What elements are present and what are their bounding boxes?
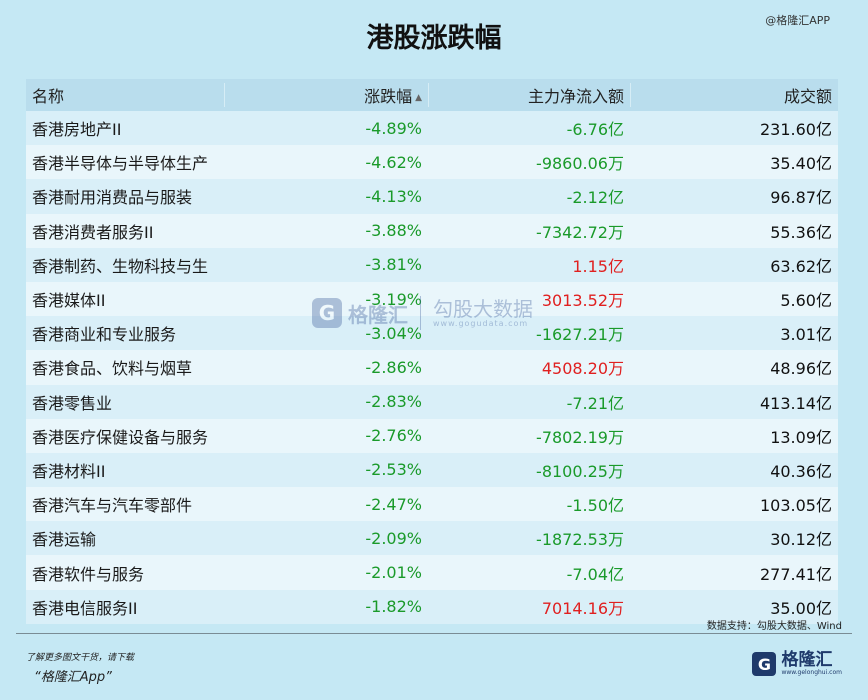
- volume-value: 5.60亿: [780, 291, 832, 311]
- watermark-url: www.gogudata.com: [433, 318, 529, 328]
- volume-value: 35.40亿: [770, 154, 832, 174]
- flow-value: 4508.20万: [541, 359, 624, 379]
- page-title: 港股涨跌幅: [366, 23, 502, 54]
- table-row[interactable]: 香港汽车与汽车零部件 -2.47% -1.50亿 103.05亿: [26, 487, 838, 522]
- volume-value: 13.09亿: [770, 427, 832, 447]
- flow-value: 1.15亿: [572, 256, 624, 276]
- table-row[interactable]: 香港软件与服务 -2.01% -7.04亿 277.41亿: [26, 555, 838, 590]
- flow-value: -7.21亿: [566, 393, 624, 413]
- sector-name: 香港制药、生物科技与生: [32, 256, 209, 276]
- flow-value: -8100.25万: [536, 461, 624, 481]
- data-source: 数据支持：勾股大数据、Wind: [706, 621, 842, 632]
- change-value: -1.82%: [365, 597, 422, 617]
- flow-value: -1.50亿: [566, 496, 624, 516]
- footer-logo-text: 格隆汇: [781, 650, 833, 670]
- table-row[interactable]: 香港食品、饮料与烟草 -2.86% 4508.20万 48.96亿: [26, 350, 838, 385]
- change-value: -2.47%: [365, 494, 422, 514]
- sector-name: 香港食品、饮料与烟草: [32, 359, 193, 379]
- brand-watermark-top: @格隆汇APP: [765, 14, 830, 27]
- header-volume: 成交额: [630, 83, 838, 107]
- table-row[interactable]: 香港零售业 -2.83% -7.21亿 413.14亿: [26, 384, 838, 419]
- watermark: G 格隆汇 勾股大数据 www.gogudata.com: [312, 296, 533, 330]
- table-row[interactable]: 香港材料II -2.53% -8100.25万 40.36亿: [26, 452, 838, 488]
- table-row[interactable]: 香港消费者服务II -3.88% -7342.72万 55.36亿: [26, 213, 838, 248]
- watermark-logo-icon: G: [312, 298, 342, 328]
- table-row[interactable]: 香港半导体与半导体生产 -4.62% -9860.06万 35.40亿: [26, 145, 838, 180]
- flow-value: -6.76亿: [566, 120, 624, 140]
- volume-value: 48.96亿: [770, 359, 832, 379]
- change-value: -2.86%: [365, 357, 422, 377]
- sector-name: 香港汽车与汽车零部件: [32, 496, 193, 516]
- watermark-gogu: 勾股大数据: [433, 296, 533, 321]
- sort-up-icon[interactable]: ▲: [415, 93, 422, 103]
- sector-name: 香港电信服务II: [32, 598, 138, 618]
- change-value: -3.81%: [365, 255, 422, 275]
- change-value: -2.01%: [365, 563, 422, 583]
- change-value: -2.09%: [365, 528, 422, 548]
- table-row[interactable]: 香港运输 -2.09% -1872.53万 30.12亿: [26, 521, 838, 556]
- volume-value: 413.14亿: [760, 393, 832, 413]
- change-value: -2.53%: [365, 460, 422, 480]
- volume-value: 231.60亿: [760, 120, 832, 140]
- volume-value: 40.36亿: [770, 461, 832, 481]
- header-name: 名称: [26, 83, 224, 107]
- header-change-label: 涨跌幅: [364, 87, 413, 106]
- volume-value: 35.00亿: [770, 598, 832, 618]
- flow-value: -2.12亿: [566, 188, 624, 208]
- watermark-divider: [420, 296, 421, 330]
- change-value: -4.62%: [365, 152, 422, 172]
- change-value: -3.88%: [365, 221, 422, 241]
- flow-value: 7014.16万: [541, 598, 624, 618]
- change-value: -2.76%: [365, 426, 422, 446]
- table-row[interactable]: 香港医疗保健设备与服务 -2.76% -7802.19万 13.09亿: [26, 418, 838, 453]
- volume-value: 277.41亿: [760, 564, 832, 584]
- flow-value: -7802.19万: [536, 427, 624, 447]
- sector-name: 香港商业和专业服务: [32, 325, 177, 345]
- flow-value: -9860.06万: [536, 154, 624, 174]
- header-flow: 主力净流入额: [428, 83, 630, 107]
- sector-name: 香港材料II: [32, 461, 106, 481]
- footer-logo-url: www.gelonghui.com: [781, 669, 842, 676]
- volume-value: 96.87亿: [770, 188, 832, 208]
- sector-name: 香港零售业: [32, 393, 113, 413]
- header-change[interactable]: 涨跌幅 ▲: [224, 83, 428, 107]
- footer-note: 了解更多图文干货，请下载: [26, 653, 135, 663]
- table-row[interactable]: 香港制药、生物科技与生 -3.81% 1.15亿 63.62亿: [26, 247, 838, 282]
- footer-app-name: “格隆汇App”: [34, 670, 112, 685]
- flow-value: -7.04亿: [566, 564, 624, 584]
- volume-value: 63.62亿: [770, 256, 832, 276]
- sector-name: 香港半导体与半导体生产: [32, 154, 209, 174]
- footer-logo: G 格隆汇 www.gelonghui.com: [752, 652, 842, 676]
- table-row[interactable]: 香港房地产II -4.89% -6.76亿 231.60亿: [26, 111, 838, 146]
- sector-name: 香港媒体II: [32, 291, 106, 311]
- flow-value: -1872.53万: [536, 530, 624, 550]
- footer-divider: [16, 633, 852, 634]
- volume-value: 55.36亿: [770, 222, 832, 242]
- sector-name: 香港运输: [32, 530, 97, 550]
- table-header-row: 名称 涨跌幅 ▲ 主力净流入额 成交额: [26, 79, 838, 111]
- change-value: -4.13%: [365, 186, 422, 206]
- sector-name: 香港耐用消费品与服装: [32, 188, 193, 208]
- sector-name: 香港软件与服务: [32, 564, 145, 584]
- sector-name: 香港房地产II: [32, 120, 122, 140]
- volume-value: 3.01亿: [780, 325, 832, 345]
- gelonghui-logo-icon: G: [752, 652, 777, 676]
- sector-table: 名称 涨跌幅 ▲ 主力净流入额 成交额 香港房地产II -4.89% -6.76亿 23…: [26, 79, 838, 624]
- volume-value: 103.05亿: [760, 496, 832, 516]
- sector-name: 香港消费者服务II: [32, 222, 154, 242]
- change-value: -4.89%: [365, 118, 422, 138]
- table-row[interactable]: 香港耐用消费品与服装 -4.13% -2.12亿 96.87亿: [26, 179, 838, 214]
- volume-value: 30.12亿: [770, 530, 832, 550]
- watermark-brand: 格隆汇: [348, 302, 408, 327]
- sector-name: 香港医疗保健设备与服务: [32, 427, 209, 447]
- flow-value: -7342.72万: [536, 222, 624, 242]
- change-value: -2.83%: [365, 392, 422, 412]
